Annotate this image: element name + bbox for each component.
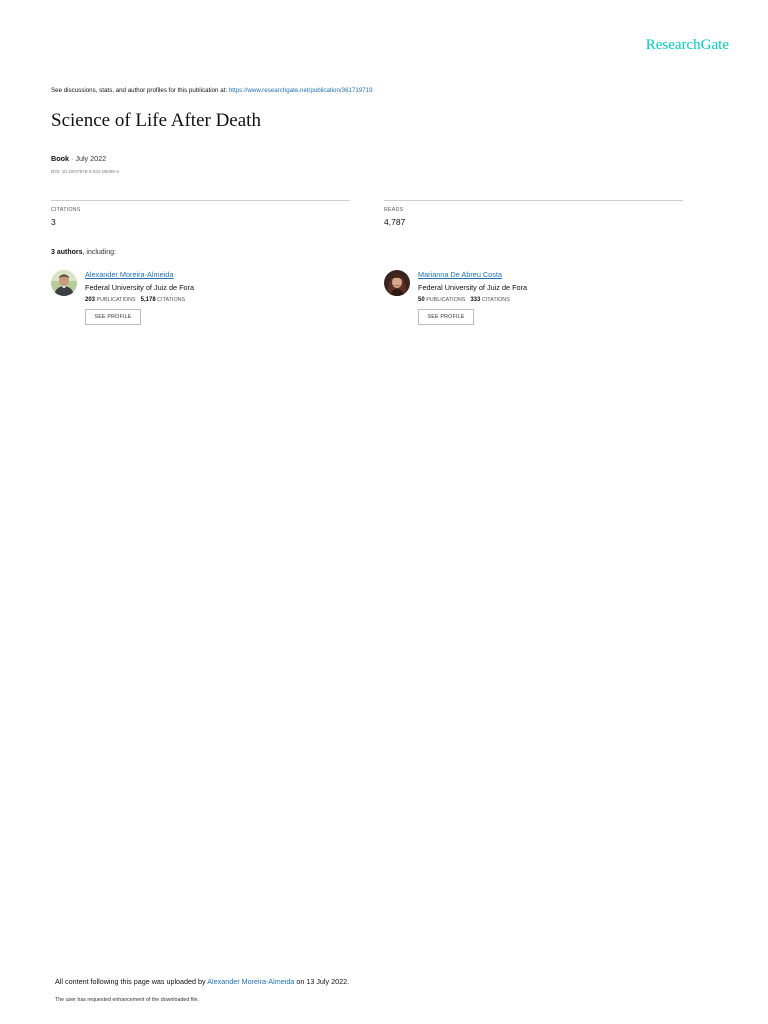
author-card: Alexander Moreira-Almeida Federal Univer… xyxy=(51,270,341,334)
upload-prefix: All content following this page was uplo… xyxy=(55,977,208,986)
author-stats: 203 PUBLICATIONS 5,178 CITATIONS xyxy=(85,297,194,303)
page-title: Science of Life After Death xyxy=(51,110,261,131)
author-stats: 50 PUBLICATIONS 333 CITATIONS xyxy=(418,297,527,303)
publication-date: · July 2022 xyxy=(68,154,107,163)
author-citations-count: 333 xyxy=(470,297,481,303)
reads-value: 4,787 xyxy=(384,217,406,227)
author-institution: Federal University of Juiz de Fora xyxy=(85,283,195,292)
author-institution: Federal University of Juiz de Fora xyxy=(418,283,528,292)
authors-suffix: , including: xyxy=(82,249,116,256)
avatar[interactable] xyxy=(51,270,77,296)
uploader-link[interactable]: Alexander Moreira-Almeida xyxy=(207,977,294,986)
upload-suffix: on 13 July 2022. xyxy=(294,977,350,986)
publication-type: Book · July 2022 xyxy=(51,154,106,163)
author-card: Marianna De Abreu Costa Federal Universi… xyxy=(384,270,674,334)
authors-heading: 3 authors, including: xyxy=(51,249,116,256)
see-profile-button[interactable]: SEE PROFILE xyxy=(418,309,474,325)
author-citations-count: 5,178 xyxy=(140,297,156,303)
author-info: Alexander Moreira-Almeida Federal Univer… xyxy=(85,270,194,325)
citations-stat: CITATIONS 3 xyxy=(51,200,350,227)
author-name-link[interactable]: Alexander Moreira-Almeida xyxy=(85,270,194,279)
publication-type-label: Book xyxy=(51,154,69,163)
citations-value: 3 xyxy=(51,217,56,227)
publications-count: 50 xyxy=(418,297,425,303)
publication-link[interactable]: https://www.researchgate.net/publication… xyxy=(229,87,373,94)
publications-label: PUBLICATIONS xyxy=(426,297,466,303)
discussions-note: See discussions, stats, and author profi… xyxy=(51,87,373,94)
reads-stat: READS 4,787 xyxy=(384,200,683,227)
publications-count: 203 xyxy=(85,297,96,303)
see-profile-button[interactable]: SEE PROFILE xyxy=(85,309,141,325)
avatar[interactable] xyxy=(384,270,410,296)
author-info: Marianna De Abreu Costa Federal Universi… xyxy=(418,270,527,325)
upload-note: All content following this page was uplo… xyxy=(55,977,349,986)
discussions-text: See discussions, stats, and author profi… xyxy=(51,87,229,94)
publication-doi: DOI: 10.1007/978-3-031-06056-4 xyxy=(51,169,119,174)
author-citations-label: CITATIONS xyxy=(481,297,510,303)
publications-label: PUBLICATIONS xyxy=(96,297,136,303)
enhancement-note: The user has requested enhancement of th… xyxy=(55,997,199,1003)
reads-label: READS xyxy=(384,207,404,213)
author-name-link[interactable]: Marianna De Abreu Costa xyxy=(418,270,527,279)
citations-label: CITATIONS xyxy=(51,207,81,213)
researchgate-logo[interactable]: ResearchGate xyxy=(646,37,729,54)
author-citations-label: CITATIONS xyxy=(157,297,186,303)
authors-count: 3 authors xyxy=(51,249,83,256)
